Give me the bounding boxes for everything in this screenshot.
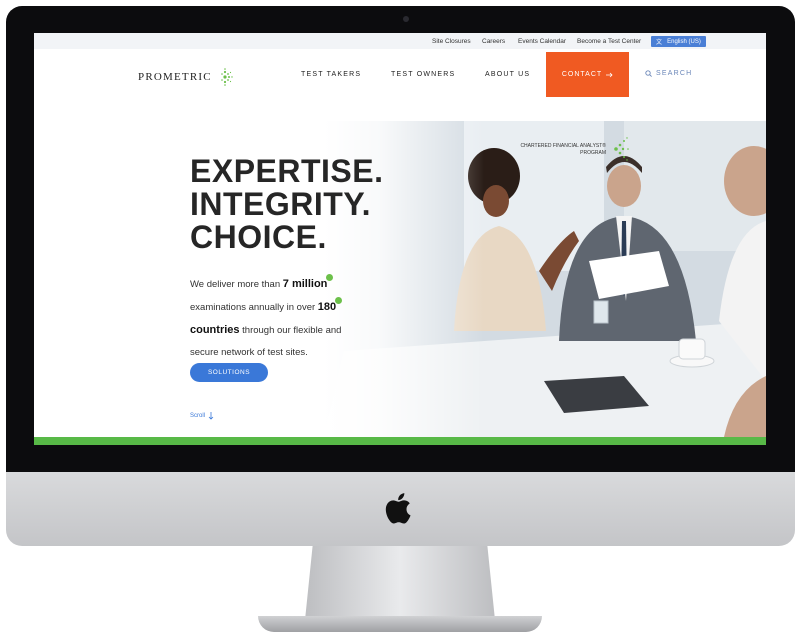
monitor-stand (305, 546, 495, 620)
hero-headline: EXPERTISE. INTEGRITY. CHOICE. (190, 155, 384, 254)
scroll-label: Scroll (190, 413, 206, 419)
svg-text:文: 文 (656, 38, 662, 45)
hero-body: We deliver more than 7 million examinati… (190, 273, 370, 364)
events-calendar-link[interactable]: Events Calendar (518, 38, 566, 45)
monitor-foot (258, 616, 542, 632)
solutions-button[interactable]: SOLUTIONS (190, 363, 268, 382)
body-text-2: examinations annually in over (190, 302, 316, 313)
partner-badge-line-1: CHARTERED FINANCIAL ANALYST® (520, 143, 606, 149)
arrow-right-icon (606, 72, 613, 77)
browser-screen: Site Closures Careers Events Calendar Be… (34, 33, 766, 445)
stat-countries-word: countries (190, 324, 240, 336)
scroll-link[interactable]: Scroll (190, 412, 214, 420)
camera-icon (403, 16, 409, 22)
green-dot-icon (326, 274, 334, 281)
language-selector[interactable]: 文 English (US) (651, 36, 706, 47)
language-label: English (US) (667, 38, 701, 45)
stat-exams: 7 million (283, 274, 334, 290)
brand-green-bar (34, 437, 766, 445)
utility-bar: Site Closures Careers Events Calendar Be… (34, 33, 766, 49)
site-closures-link[interactable]: Site Closures (432, 38, 471, 45)
search-trigger[interactable]: SEARCH (645, 70, 692, 77)
partner-badge-line-2: PROGRAM (580, 150, 606, 156)
imac-mockup: Site Closures Careers Events Calendar Be… (0, 0, 800, 638)
stat-countries-number: 180 (318, 297, 343, 313)
become-test-center-link[interactable]: Become a Test Center (577, 38, 641, 45)
body-text-1: We deliver more than (190, 279, 281, 290)
headline-line-1: EXPERTISE. (190, 153, 384, 189)
nav-about-us[interactable]: ABOUT US (485, 71, 530, 78)
contact-label: CONTACT (561, 71, 603, 78)
careers-link[interactable]: Careers (482, 38, 505, 45)
prometric-logo[interactable]: PROMETRIC (138, 67, 235, 87)
search-icon (645, 70, 652, 77)
starburst-logo-icon (220, 68, 233, 86)
apple-icon (385, 493, 411, 524)
arrow-down-icon (208, 412, 214, 420)
brand-name: PROMETRIC (138, 71, 212, 83)
translate-icon: 文 (656, 38, 662, 45)
headline-line-3: CHOICE. (190, 219, 327, 255)
nav-test-owners[interactable]: TEST OWNERS (391, 71, 455, 78)
contact-button[interactable]: CONTACT (546, 52, 629, 97)
headline-line-2: INTEGRITY. (190, 186, 372, 222)
cfa-starburst-icon (614, 137, 629, 161)
search-label: SEARCH (656, 70, 693, 77)
nav-test-takers[interactable]: TEST TAKERS (301, 71, 361, 78)
partner-badge: CHARTERED FINANCIAL ANALYST® PROGRAM (506, 143, 606, 157)
green-dot-icon (335, 297, 343, 304)
